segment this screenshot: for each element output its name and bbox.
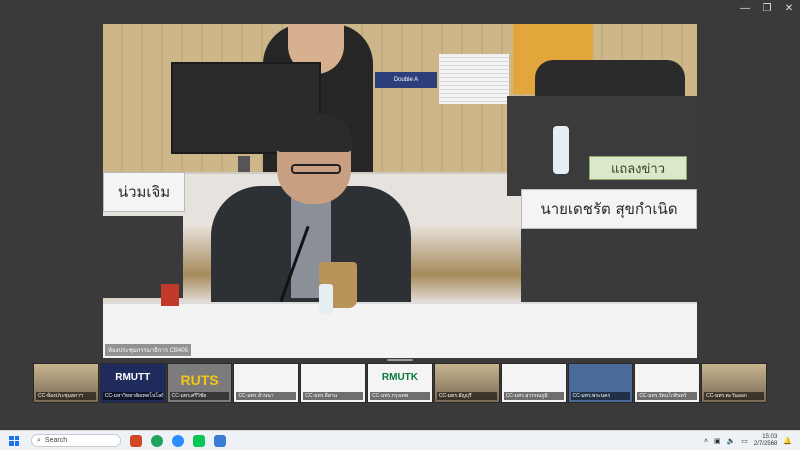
- thumbnail-3[interactable]: RUTS CC-มทร.ศรีวิชัย: [166, 363, 233, 403]
- system-tray: ˄ ▣ 🔈 ▭ 15:03 2/7/2568 🔔: [704, 431, 792, 450]
- taskbar: ⌕ Search ˄ ▣ 🔈 ▭ 15:03 2/7/2568 🔔: [0, 430, 800, 450]
- front-desk: [103, 302, 697, 358]
- thumbnail-10[interactable]: CC-มทร.รัตนโกสินทร์: [634, 363, 701, 403]
- thumbnail-label: CC-มทร.ล้านนา: [236, 392, 297, 400]
- thumbnail-7[interactable]: CC-มทร.ธัญบุรี: [433, 363, 500, 403]
- search-placeholder: Search: [44, 437, 68, 444]
- water-bottle-small: [319, 284, 333, 314]
- video-caption: ห้องประชุมกรรมาธิการ CB405: [105, 344, 192, 356]
- clock[interactable]: 15:03 2/7/2568: [754, 434, 777, 448]
- edge-app-icon[interactable]: [151, 434, 163, 447]
- clock-time: 15:03: [762, 434, 778, 440]
- thumbnail-label: CC-มทร.กรุงเทพ: [370, 392, 430, 400]
- thumbnail-logo: RUTS: [180, 372, 219, 388]
- thumbnail-label: CC-มทร.ธัญบุรี: [436, 392, 497, 400]
- thumbnail-label: CC-มทร.รัตนโกสินทร์: [637, 392, 698, 400]
- search-icon: ⌕: [37, 436, 41, 444]
- app-icon[interactable]: [214, 434, 226, 447]
- thumbnail-1[interactable]: CC-ห้องประชุมสภาฯ: [33, 363, 99, 403]
- paper-box: Double A: [375, 72, 437, 88]
- thumbnail-2[interactable]: RMUTT CC-มหาวิทยาลัยเทคโนโลยีฯ: [99, 363, 166, 403]
- thumbnail-label: CC-มทร.ศรีวิชัย: [169, 392, 230, 400]
- network-icon[interactable]: ▣: [714, 437, 721, 445]
- volume-icon[interactable]: 🔈: [727, 437, 736, 445]
- monitor-right: [521, 229, 697, 311]
- restore-button[interactable]: ❐: [756, 0, 778, 16]
- drink-can: [161, 284, 179, 306]
- participant-thumbnails: CC-ห้องประชุมสภาฯ RMUTT CC-มหาวิทยาลัยเท…: [33, 363, 767, 403]
- battery-icon[interactable]: ▭: [741, 437, 748, 445]
- thumbnail-8[interactable]: CC-มทร.สุวรรณภูมิ: [500, 363, 567, 403]
- thumbnail-label: CC-มทร.สุวรรณภูมิ: [503, 392, 564, 400]
- thumbnail-logo: RMUTK: [381, 372, 419, 383]
- speaker-person: [211, 114, 411, 306]
- nameplate-right: นายเดชรัต สุขกำเนิด: [521, 189, 697, 229]
- thumbnail-label: CC-มทร.อีสาน: [303, 392, 364, 400]
- clock-date: 2/7/2568: [753, 441, 778, 447]
- water-bottle: [553, 126, 569, 174]
- notification-icon[interactable]: 🔔: [783, 437, 792, 445]
- minimize-button[interactable]: —: [734, 0, 756, 16]
- laptop: [507, 96, 697, 196]
- thumbnail-label: CC-มทร.พระนคร: [570, 392, 631, 400]
- windows-start-icon[interactable]: [9, 435, 19, 446]
- powerpoint-app-icon[interactable]: [130, 434, 142, 447]
- thumbnail-label: CC-มหาวิทยาลัยเทคโนโลยีฯ: [102, 392, 163, 400]
- line-app-icon[interactable]: [193, 434, 205, 447]
- thumbnail-9[interactable]: CC-มทร.พระนคร: [567, 363, 634, 403]
- thumbnail-strip-handle[interactable]: [387, 359, 413, 361]
- thumbnail-11[interactable]: CC-มทร.ตะวันออก: [701, 363, 767, 403]
- paper-stack: [439, 54, 509, 104]
- thumbnail-label: CC-ห้องประชุมสภาฯ: [36, 392, 96, 400]
- main-video-feed[interactable]: Double A แถลงข่าว น่วมเจิม นายเดชรัต สุข…: [103, 24, 697, 358]
- chevron-up-icon[interactable]: ˄: [704, 438, 708, 445]
- thumbnail-4[interactable]: CC-มทร.ล้านนา: [233, 363, 300, 403]
- search-input[interactable]: ⌕ Search: [31, 434, 121, 447]
- window-controls: — ❐ ✕: [734, 0, 800, 16]
- thumbnail-label: CC-มทร.ตะวันออก: [704, 392, 764, 400]
- thumbnail-5[interactable]: CC-มทร.อีสาน: [300, 363, 367, 403]
- zoom-app-icon[interactable]: [172, 434, 184, 447]
- thumbnail-logo: RMUTT: [115, 372, 151, 383]
- close-button[interactable]: ✕: [778, 0, 800, 16]
- nameplate-press: แถลงข่าว: [589, 156, 687, 180]
- thumbnail-6[interactable]: RMUTK CC-มทร.กรุงเทพ: [367, 363, 433, 403]
- nameplate-left: น่วมเจิม: [103, 172, 185, 212]
